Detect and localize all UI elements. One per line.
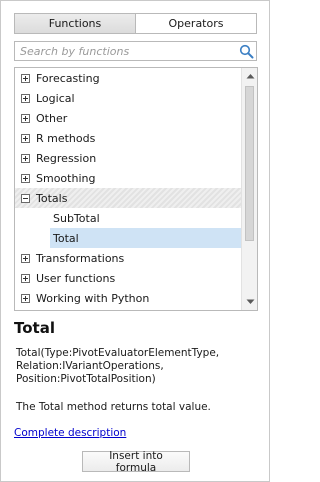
expand-plus-icon[interactable]: [21, 73, 30, 83]
scroll-up-arrow-icon[interactable]: [242, 68, 257, 84]
tree-item-logical[interactable]: Logical: [15, 88, 242, 108]
tab-functions[interactable]: Functions: [15, 14, 136, 33]
function-wizard-panel: Functions Operators Forecasting Logical …: [0, 0, 270, 482]
search-icon[interactable]: [237, 42, 255, 60]
tree-item-label: Smoothing: [36, 171, 96, 185]
tab-bar: Functions Operators: [14, 13, 257, 34]
function-tree: Forecasting Logical Other R methods Regr…: [14, 67, 258, 311]
scroll-thumb[interactable]: [245, 86, 254, 241]
tree-item-regression[interactable]: Regression: [15, 148, 242, 168]
tree-item-r-methods[interactable]: R methods: [15, 128, 242, 148]
tree-item-label: Forecasting: [36, 71, 100, 85]
tree-item-label: Totals: [36, 191, 68, 205]
expand-plus-icon[interactable]: [21, 133, 30, 143]
search-input[interactable]: [15, 42, 237, 60]
expand-plus-icon[interactable]: [21, 153, 30, 163]
expand-plus-icon[interactable]: [21, 93, 30, 103]
tree-item-transformations[interactable]: Transformations: [15, 248, 242, 268]
expand-plus-icon[interactable]: [21, 173, 30, 183]
tree-item-label: User functions: [36, 271, 116, 285]
tree-item-label: R methods: [36, 131, 96, 145]
tree-item-forecasting[interactable]: Forecasting: [15, 68, 242, 88]
tree-item-label: Working with Python: [36, 291, 150, 305]
tree-item-label: Total: [53, 231, 79, 245]
insert-into-formula-button[interactable]: Insert into formula: [82, 450, 190, 474]
tree-item-smoothing[interactable]: Smoothing: [15, 168, 242, 188]
function-title: Total: [14, 319, 55, 337]
function-description: The Total method returns total value.: [16, 401, 211, 413]
tree-item-label: SubTotal: [53, 211, 100, 225]
tree-item-label: Logical: [36, 91, 75, 105]
function-signature: Total(Type:PivotEvaluatorElementType, Re…: [16, 347, 220, 385]
tree-scrollbar[interactable]: [241, 68, 257, 310]
expand-plus-icon[interactable]: [21, 293, 30, 303]
tree-item-other[interactable]: Other: [15, 108, 242, 128]
tree-item-label: Transformations: [36, 251, 125, 265]
complete-description-link[interactable]: Complete description: [14, 427, 126, 439]
tree-item-total[interactable]: Total: [15, 228, 242, 248]
scroll-down-arrow-icon[interactable]: [242, 294, 257, 310]
expand-plus-icon[interactable]: [21, 273, 30, 283]
tree-item-subtotal[interactable]: SubTotal: [15, 208, 242, 228]
tree-item-user-functions[interactable]: User functions: [15, 268, 242, 288]
expand-plus-icon[interactable]: [21, 253, 30, 263]
search-box: [14, 41, 257, 61]
tree-item-working-with-python[interactable]: Working with Python: [15, 288, 242, 308]
tree-item-totals[interactable]: Totals: [15, 188, 242, 208]
tree-item-label: Regression: [36, 151, 97, 165]
tab-operators[interactable]: Operators: [136, 14, 256, 33]
collapse-minus-icon[interactable]: [21, 193, 30, 203]
expand-plus-icon[interactable]: [21, 113, 30, 123]
tree-item-label: Other: [36, 111, 68, 125]
